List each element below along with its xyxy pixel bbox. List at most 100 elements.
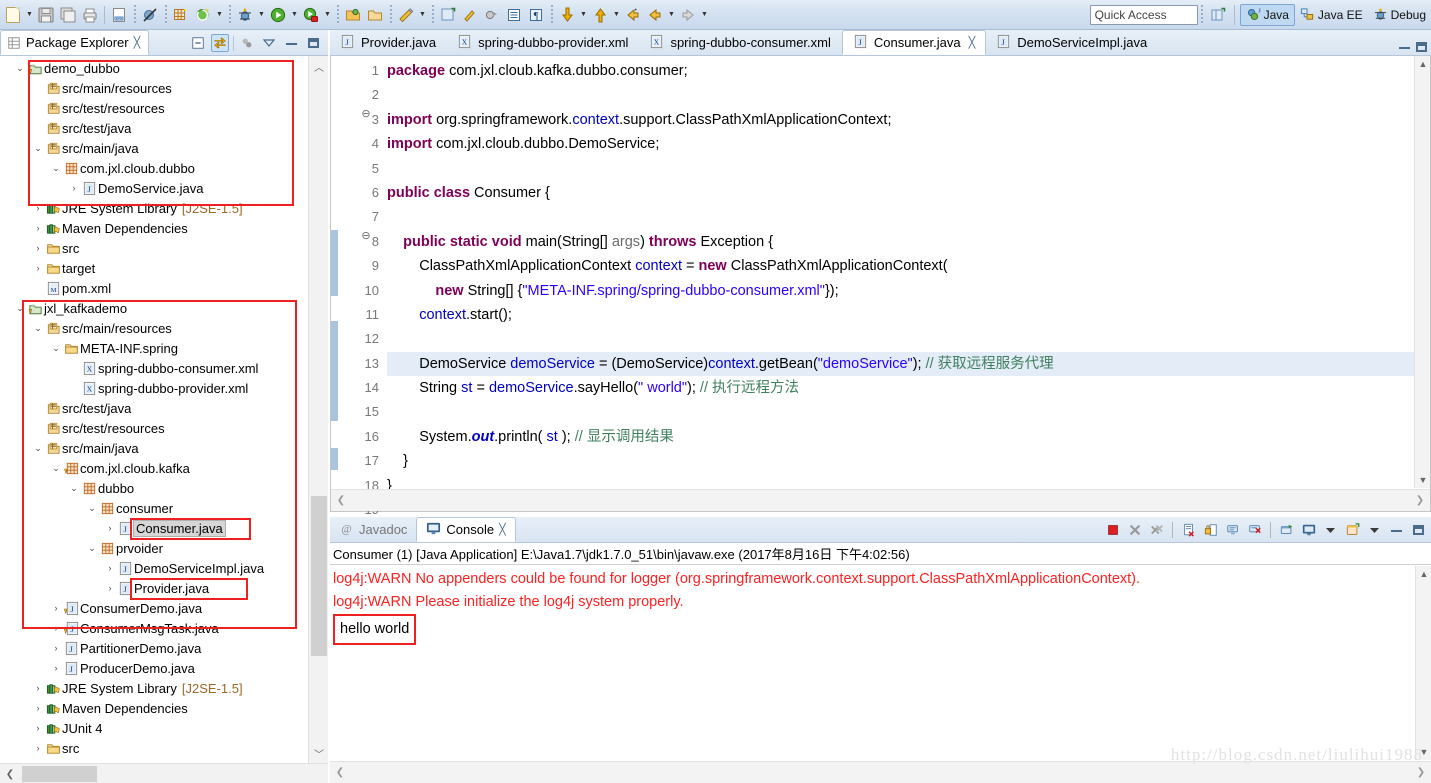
scroll-left-arrow-icon[interactable]: ❮ — [331, 491, 351, 511]
last-edit-location-button[interactable] — [622, 4, 644, 26]
link-with-editor-button[interactable] — [211, 34, 229, 52]
close-icon[interactable]: ╳ — [499, 523, 506, 536]
chevron-right-icon[interactable]: › — [50, 658, 62, 678]
scroll-thumb-horizontal[interactable] — [22, 766, 97, 782]
run-last-tool-button[interactable] — [192, 4, 214, 26]
code-line[interactable] — [387, 83, 1414, 107]
tree-item[interactable]: › target — [0, 258, 308, 278]
perspective-java[interactable]: J Java — [1239, 3, 1295, 26]
remove-launch-button[interactable] — [1126, 521, 1143, 539]
chevron-down-icon[interactable]: ⌄ — [50, 458, 62, 478]
new-dropdown-arrow[interactable]: ▼ — [24, 4, 35, 26]
tree-item[interactable]: ⌄ prvoider — [0, 538, 308, 558]
tree-item[interactable]: › JRE System Library [J2SE-1.5] — [0, 678, 308, 698]
maximize-button[interactable] — [304, 34, 322, 52]
new-annotation-button[interactable] — [437, 4, 459, 26]
editor-horizontal-scrollbar[interactable]: ❮ ❯ — [331, 489, 1430, 511]
show-console-when-error-button[interactable] — [1246, 521, 1263, 539]
editor-tab[interactable]: Xspring-dubbo-provider.xml — [447, 30, 639, 55]
console-output[interactable]: log4j:WARN No appenders could be found f… — [330, 566, 1413, 760]
editor-code-text[interactable]: package com.jxl.cloub.kafka.dubbo.consum… — [387, 59, 1414, 491]
tree-item[interactable]: src/test/java — [0, 118, 308, 138]
tree-item[interactable]: src/test/java — [0, 398, 308, 418]
chevron-down-icon[interactable]: ⌄ — [68, 478, 80, 498]
quick-access-input[interactable]: Quick Access — [1089, 4, 1198, 25]
tree-item[interactable]: src/main/resources — [0, 78, 308, 98]
scroll-thumb[interactable] — [311, 496, 327, 656]
chevron-down-icon[interactable]: ⌄ — [32, 318, 44, 338]
editor-tab[interactable]: J Consumer.java ╳ — [841, 30, 987, 55]
tree-item[interactable]: › J DemoService.java — [0, 178, 308, 198]
tree-item[interactable]: ⌄ META-INF.spring — [0, 338, 308, 358]
show-console-when-output-button[interactable] — [1224, 521, 1241, 539]
editor-maximize-button[interactable] — [1416, 42, 1427, 52]
editor-minimize-button[interactable] — [1399, 46, 1410, 49]
package-explorer-tree[interactable]: ⌄! demo_dubbo src/main/resources src/test/r… — [0, 56, 308, 763]
close-icon[interactable]: ╳ — [969, 36, 976, 49]
chevron-right-icon[interactable]: › — [50, 598, 62, 618]
chevron-right-icon[interactable]: › — [104, 558, 116, 578]
save-all-button[interactable] — [57, 4, 79, 26]
code-line[interactable]: ClassPathXmlApplicationContext context =… — [387, 254, 1414, 278]
new-java-project-dropdown-arrow[interactable]: ▼ — [417, 4, 428, 26]
scroll-left-arrow-icon[interactable]: ❮ — [330, 763, 350, 783]
console-maximize-button[interactable] — [1410, 521, 1427, 539]
tree-item[interactable]: › J Consumer.java — [0, 518, 308, 538]
open-console-button[interactable] — [1344, 521, 1361, 539]
search-button[interactable] — [459, 4, 481, 26]
chevron-right-icon[interactable]: › — [32, 738, 44, 758]
external-tools-dropdown-arrow[interactable]: ▼ — [214, 4, 225, 26]
tree-item[interactable]: › J ProducerDemo.java — [0, 658, 308, 678]
chevron-down-icon[interactable]: ⌄ — [86, 498, 98, 518]
chevron-down-icon[interactable]: ⌄ — [50, 338, 62, 358]
previous-annotation-dropdown-arrow[interactable]: ▼ — [611, 4, 622, 26]
terminate-button[interactable] — [1104, 521, 1121, 539]
toggle-block-selection-button[interactable] — [503, 4, 525, 26]
tree-item[interactable]: ⌄ src/main/java — [0, 438, 308, 458]
tree-item[interactable]: › src — [0, 738, 308, 758]
editor-tab[interactable]: Xspring-dubbo-consumer.xml — [639, 30, 841, 55]
fold-marker-icon[interactable]: ⊖ — [361, 108, 371, 120]
scroll-down-arrow-icon[interactable]: ▼ — [1415, 472, 1431, 488]
pin-console-button[interactable] — [1278, 521, 1295, 539]
tree-item[interactable]: › J! ConsumerDemo.java — [0, 598, 308, 618]
debug-button[interactable] — [234, 4, 256, 26]
clear-console-button[interactable] — [1180, 521, 1197, 539]
code-line[interactable] — [387, 327, 1414, 351]
tree-item[interactable]: ⌄! com.jxl.cloub.kafka — [0, 458, 308, 478]
back-dropdown-arrow[interactable]: ▼ — [666, 4, 677, 26]
run-button[interactable] — [267, 4, 289, 26]
tree-item[interactable]: › JUnit 4 — [0, 718, 308, 738]
tree-item[interactable]: ⌄! jxl_kafkademo — [0, 298, 308, 318]
tree-item[interactable]: › Maven Dependencies — [0, 698, 308, 718]
open-console-dropdown-arrow[interactable] — [1366, 521, 1383, 539]
chevron-right-icon[interactable]: › — [32, 258, 44, 278]
tree-item[interactable]: › J DemoServiceImpl.java — [0, 558, 308, 578]
code-line[interactable]: DemoService demoService = (DemoService)c… — [387, 351, 1414, 377]
open-task-button[interactable] — [364, 4, 386, 26]
code-line[interactable]: import org.springframework.context.suppo… — [387, 108, 1414, 132]
chevron-right-icon[interactable]: › — [32, 678, 44, 698]
console-tab[interactable]: @ Javadoc — [330, 517, 416, 542]
code-line[interactable]: import com.jxl.cloub.dubbo.DemoService; — [387, 132, 1414, 156]
editor-tab[interactable]: J Provider.java — [330, 30, 447, 55]
fold-marker-icon[interactable]: ⊖ — [361, 230, 371, 242]
previous-annotation-button[interactable] — [589, 4, 611, 26]
scroll-up-arrow-icon[interactable]: ︿ — [309, 56, 329, 76]
tree-item[interactable]: › J Provider.java — [0, 578, 308, 598]
editor-tab[interactable]: J DemoServiceImpl.java — [986, 30, 1158, 55]
focus-on-active-task-button[interactable] — [238, 34, 256, 52]
tab-package-explorer[interactable]: Package Explorer ╳ — [0, 30, 150, 55]
chevron-down-icon[interactable]: ⌄ — [32, 438, 44, 458]
tree-horizontal-scrollbar[interactable]: ❮ ❯ — [0, 763, 350, 783]
tree-item[interactable]: Xspring-dubbo-provider.xml — [0, 378, 308, 398]
tree-item[interactable]: › src — [0, 238, 308, 258]
code-line[interactable]: public static void main(String[] args) t… — [387, 230, 1414, 254]
tree-item[interactable]: ⌄ src/main/resources — [0, 318, 308, 338]
console-minimize-button[interactable] — [1388, 521, 1405, 539]
scroll-up-arrow-icon[interactable]: ▲ — [1415, 56, 1431, 72]
code-line[interactable] — [387, 205, 1414, 229]
toggle-binary-button[interactable]: 010 — [108, 4, 130, 26]
display-console-dropdown-arrow[interactable] — [1322, 521, 1339, 539]
console-tab[interactable]: Console ╳ — [416, 517, 516, 542]
